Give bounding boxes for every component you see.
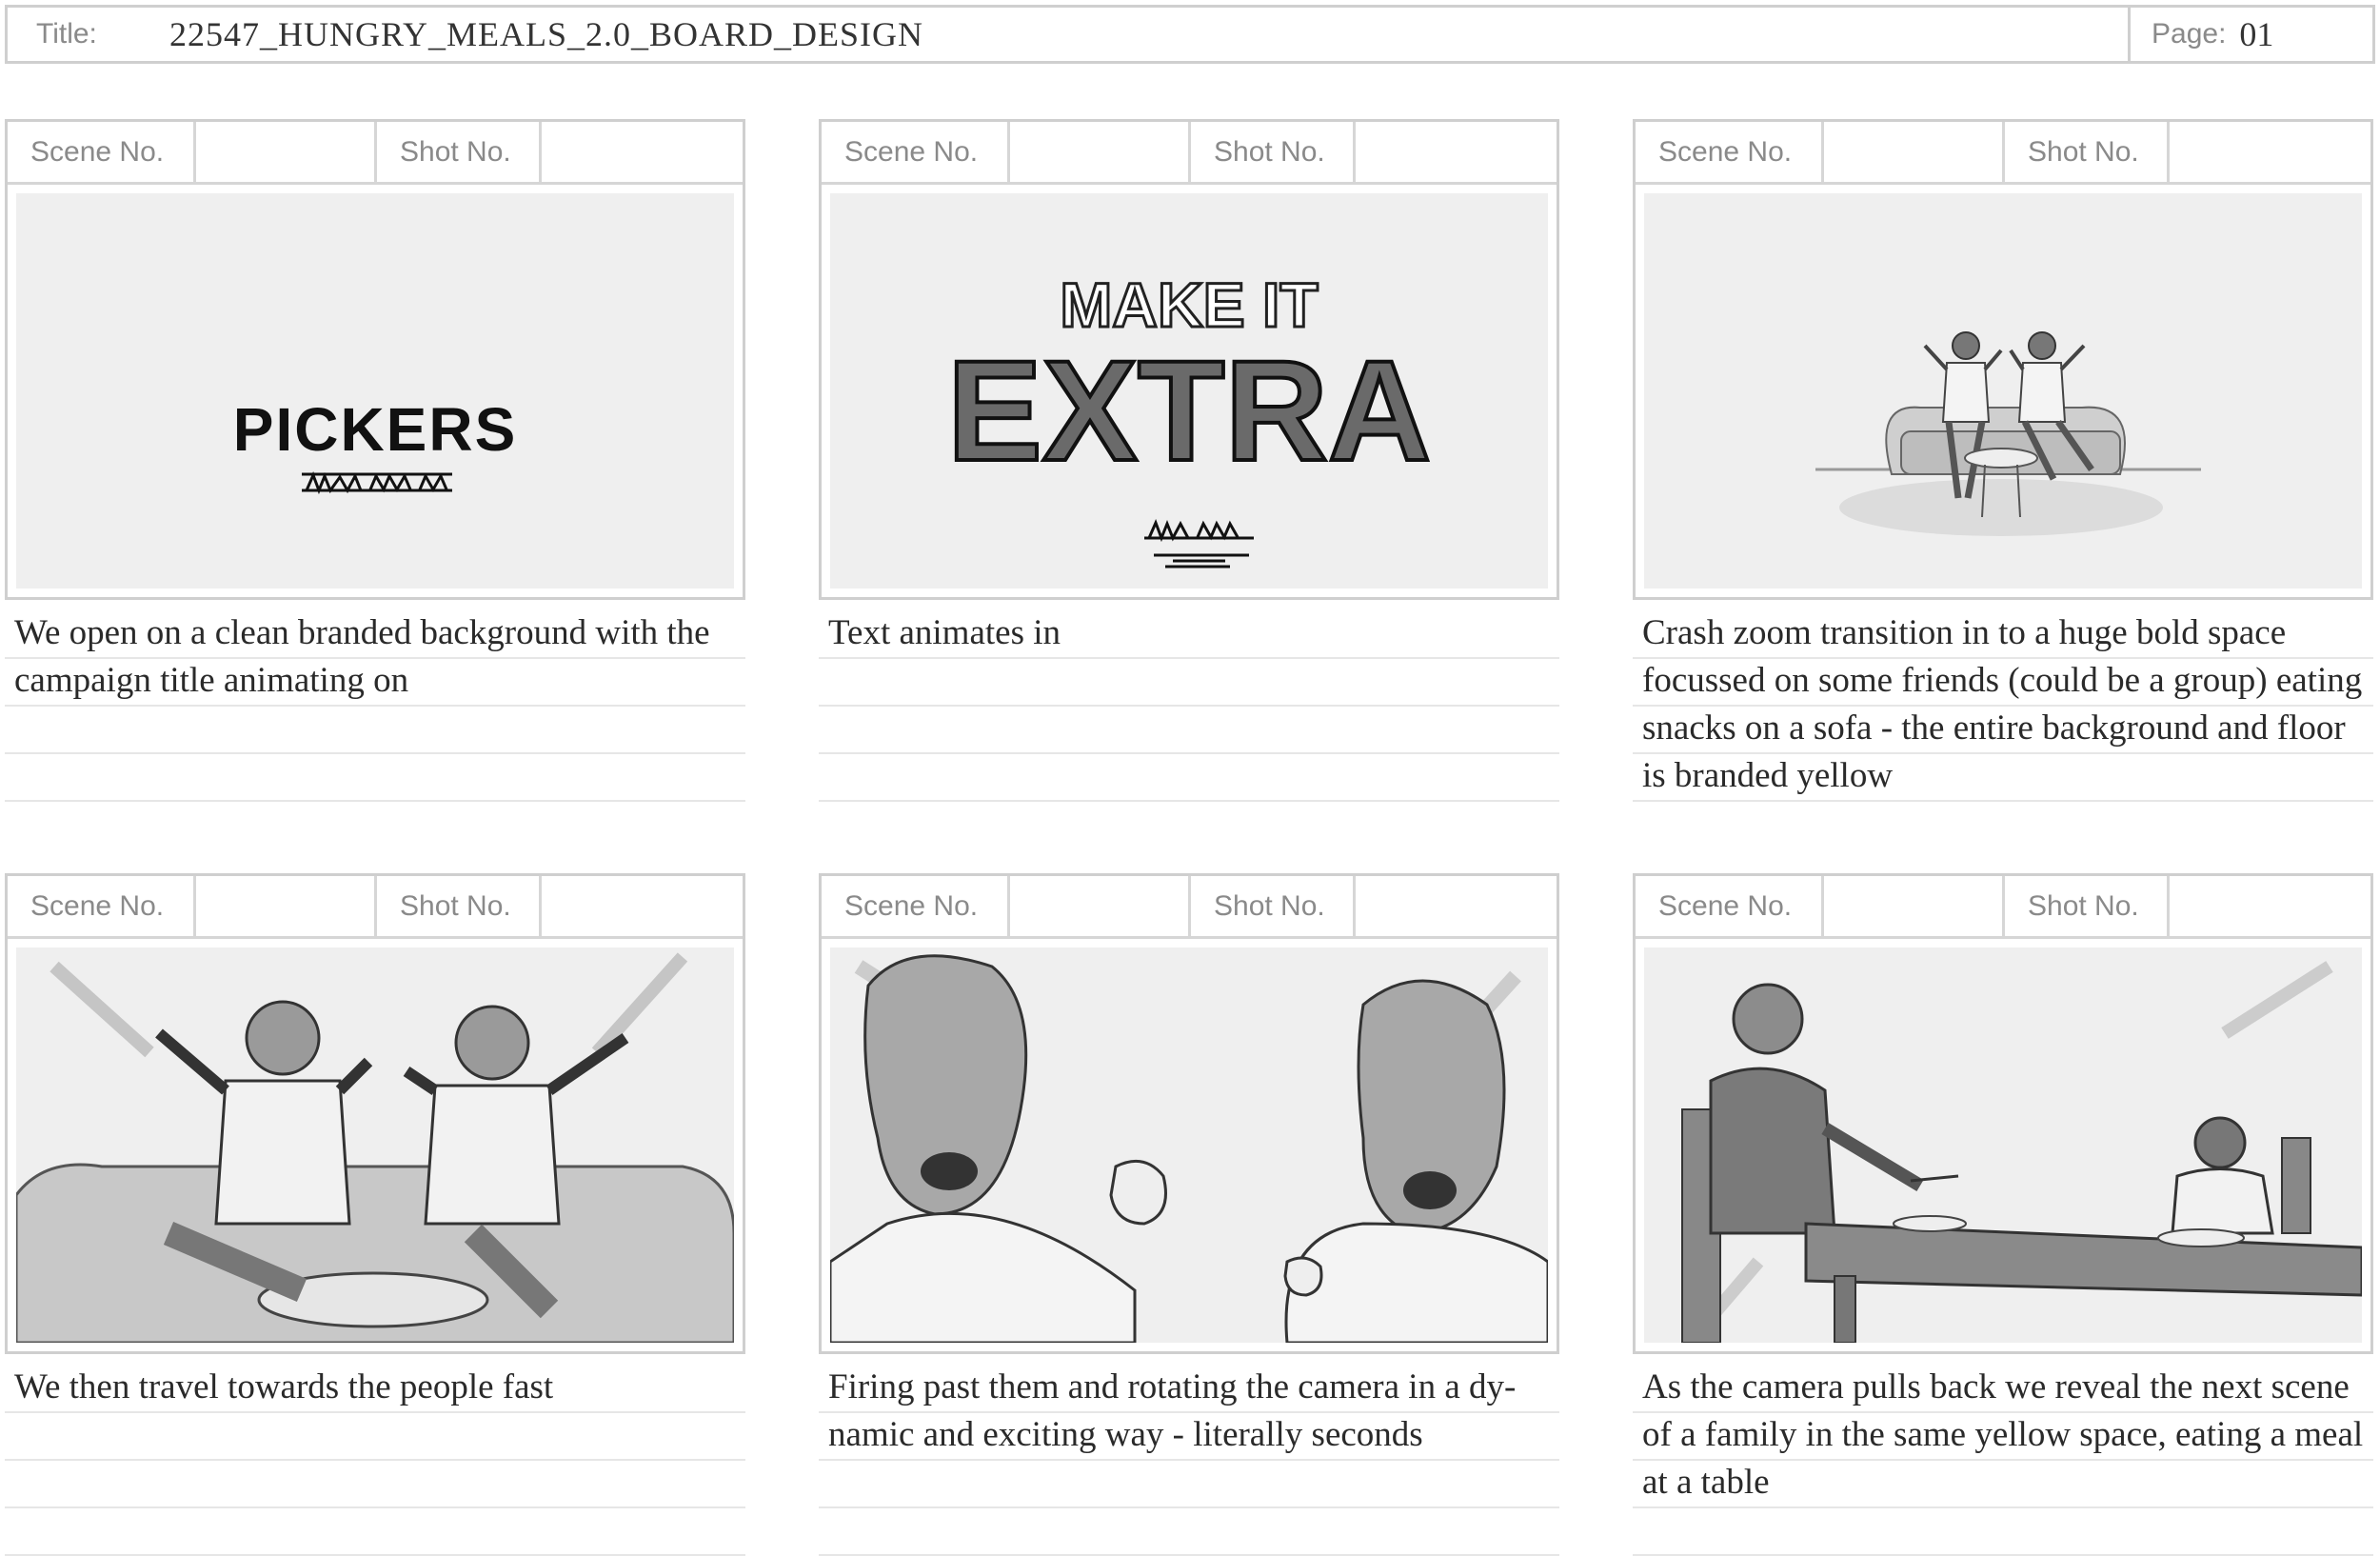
cheering-faces-sketch xyxy=(830,954,1548,1343)
family-table-sketch xyxy=(1681,961,2362,1343)
shot-number-field[interactable] xyxy=(542,122,743,182)
panel-notes: Firing past them and rotating the camera… xyxy=(819,1364,1559,1556)
shot-label: Shot No. xyxy=(2005,122,2170,182)
panel-frame: Scene No. Shot No. xyxy=(819,873,1559,1354)
panel-frame: Scene No. Shot No. xyxy=(1633,873,2373,1354)
panel-sketch: PICKERS xyxy=(16,193,734,588)
panel-notes: Text animates in xyxy=(819,609,1559,802)
shot-number-field[interactable] xyxy=(1356,876,1557,936)
scene-number-field[interactable] xyxy=(1010,122,1191,182)
scene-number-field[interactable] xyxy=(196,122,377,182)
panel-frame: Scene No. Shot No. xyxy=(5,873,745,1354)
storyboard-panel-4: Scene No. Shot No. We then travel toward… xyxy=(5,873,745,1556)
storyboard-panel-2: Scene No. Shot No. MAKE IT EXTRA Text an… xyxy=(819,119,1559,802)
panel-sketch xyxy=(1644,193,2362,588)
page-label: Page: xyxy=(2152,18,2227,50)
panel-meta-row: Scene No. Shot No. xyxy=(1636,876,2370,939)
title-label: Title: xyxy=(36,18,97,50)
headline-top: MAKE IT xyxy=(1060,269,1318,340)
panel-description: Crash zoom transition in to a huge bold … xyxy=(1642,613,2363,795)
shot-label: Shot No. xyxy=(1191,122,1356,182)
board-title: 22547_HUNGRY_MEALS_2.0_BOARD_DESIGN xyxy=(169,15,924,53)
storyboard-panel-6: Scene No. Shot No. As the camera pulls b… xyxy=(1633,873,2373,1556)
panel-meta-row: Scene No. Shot No. xyxy=(1636,122,2370,185)
panel-meta-row: Scene No. Shot No. xyxy=(822,122,1557,185)
shot-label: Shot No. xyxy=(377,876,542,936)
panel-description: Firing past them and rotating the camera… xyxy=(828,1367,1517,1454)
panel-description: We open on a clean branded background wi… xyxy=(14,613,710,700)
panel-description: We then travel towards the people fast xyxy=(14,1367,554,1406)
panel-sketch xyxy=(1644,948,2362,1343)
panel-meta-row: Scene No. Shot No. xyxy=(822,876,1557,939)
scene-label: Scene No. xyxy=(822,122,1010,182)
shot-label: Shot No. xyxy=(377,122,542,182)
friends-on-sofa-sketch xyxy=(1815,331,2201,536)
panel-notes: We open on a clean branded background wi… xyxy=(5,609,745,802)
storyboard-panel-1: Scene No. Shot No. PICKERS We open on a … xyxy=(5,119,745,802)
scene-number-field[interactable] xyxy=(1010,876,1191,936)
page-box: Page: 01 xyxy=(2128,8,2372,61)
panel-notes: Crash zoom transition in to a huge bold … xyxy=(1633,609,2373,802)
panel-description: Text animates in xyxy=(828,613,1061,652)
panel-sketch xyxy=(830,948,1548,1343)
scene-number-field[interactable] xyxy=(1824,122,2005,182)
shot-number-field[interactable] xyxy=(542,876,743,936)
storyboard-panel-5: Scene No. Shot No. Firing past them and … xyxy=(819,873,1559,1556)
scene-number-field[interactable] xyxy=(196,876,377,936)
shot-number-field[interactable] xyxy=(2170,122,2370,182)
headline-main: EXTRA xyxy=(947,330,1431,490)
friends-closeup-sketch xyxy=(16,952,734,1343)
scene-label: Scene No. xyxy=(822,876,1010,936)
panel-meta-row: Scene No. Shot No. xyxy=(8,876,743,939)
shot-label: Shot No. xyxy=(1191,876,1356,936)
panel-description: As the camera pulls back we reveal the n… xyxy=(1642,1367,2364,1502)
panel-notes: As the camera pulls back we reveal the n… xyxy=(1633,1364,2373,1556)
scene-label: Scene No. xyxy=(8,122,196,182)
shot-number-field[interactable] xyxy=(2170,876,2370,936)
panel-sketch: MAKE IT EXTRA xyxy=(830,193,1548,588)
panel-frame: Scene No. Shot No. xyxy=(1633,119,2373,600)
logo-scribble-icon xyxy=(1144,519,1254,569)
pickers-logo-text: PICKERS xyxy=(233,395,518,464)
shot-label: Shot No. xyxy=(2005,876,2170,936)
panel-frame: Scene No. Shot No. PICKERS xyxy=(5,119,745,600)
logo-scribble-icon xyxy=(302,471,452,495)
board-header: Title: 22547_HUNGRY_MEALS_2.0_BOARD_DESI… xyxy=(5,5,2375,64)
panel-sketch xyxy=(16,948,734,1343)
panel-meta-row: Scene No. Shot No. xyxy=(8,122,743,185)
shot-number-field[interactable] xyxy=(1356,122,1557,182)
scene-label: Scene No. xyxy=(1636,876,1824,936)
panel-notes: We then travel towards the people fast xyxy=(5,1364,745,1556)
scene-label: Scene No. xyxy=(8,876,196,936)
panel-frame: Scene No. Shot No. MAKE IT EXTRA xyxy=(819,119,1559,600)
scene-number-field[interactable] xyxy=(1824,876,2005,936)
scene-label: Scene No. xyxy=(1636,122,1824,182)
page-number: 01 xyxy=(2239,15,2274,53)
storyboard-panel-3: Scene No. Shot No. Crash zoom transition… xyxy=(1633,119,2373,802)
